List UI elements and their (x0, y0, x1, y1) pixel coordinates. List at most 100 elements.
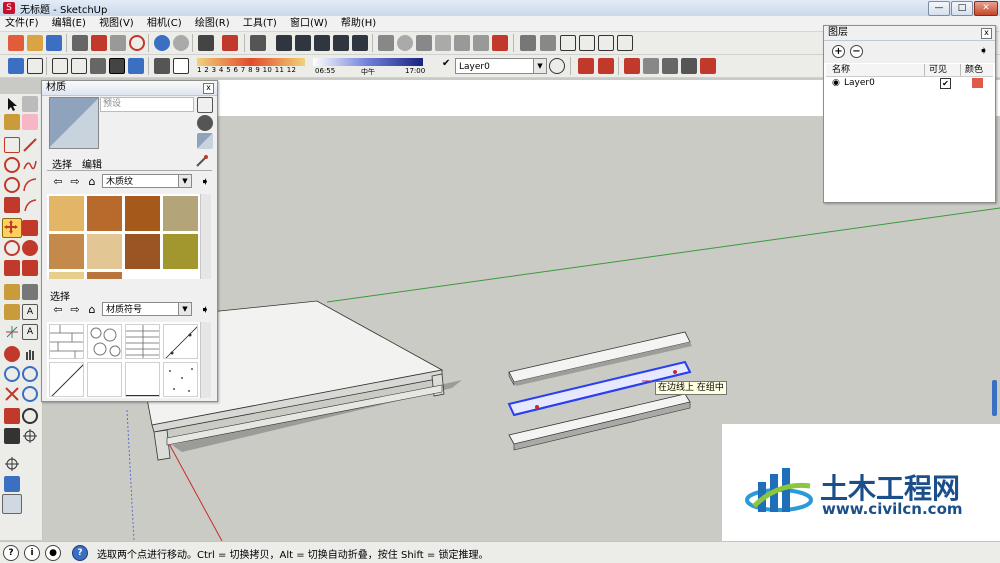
scale-icon[interactable] (4, 260, 20, 276)
pie-icon[interactable] (4, 197, 20, 213)
menu-edit[interactable]: 编辑(E) (47, 16, 91, 31)
3d-text-icon[interactable]: A (22, 324, 38, 340)
pattern-swatch[interactable] (87, 324, 122, 359)
back-arrow-icon[interactable]: ⇦ (50, 174, 66, 190)
erase-icon[interactable] (129, 35, 145, 51)
print-icon[interactable] (198, 35, 214, 51)
details-arrow-icon[interactable]: ➧ (197, 174, 213, 190)
pattern-swatch[interactable] (125, 324, 160, 359)
layer-details-icon[interactable]: ➧ (979, 44, 988, 57)
flip-edge-icon[interactable] (700, 58, 716, 74)
component-icon[interactable] (540, 35, 556, 51)
default-material-icon[interactable] (197, 133, 213, 149)
style-textured-icon[interactable] (90, 58, 106, 74)
home-icon[interactable] (560, 35, 576, 51)
new-file-icon[interactable] (8, 35, 24, 51)
vertical-slider[interactable] (992, 380, 997, 416)
previous-view-icon[interactable] (454, 35, 470, 51)
material-swatch[interactable] (49, 272, 84, 279)
move-tool-icon[interactable] (2, 218, 22, 238)
home-library-icon[interactable]: ⌂ (84, 174, 100, 190)
section-plane-icon[interactable] (578, 58, 594, 74)
style-monochrome-icon[interactable] (109, 58, 125, 74)
push-pull-icon[interactable] (22, 220, 38, 236)
credits-icon[interactable]: i (24, 545, 40, 561)
protractor-icon[interactable] (4, 304, 20, 320)
view-back-icon[interactable] (352, 35, 368, 51)
menu-file[interactable]: 文件(F) (0, 16, 44, 31)
view-right-icon[interactable] (333, 35, 349, 51)
forward-arrow-icon[interactable]: ⇨ (67, 302, 83, 318)
polygon-icon[interactable] (4, 177, 20, 193)
style-shaded-icon[interactable] (71, 58, 87, 74)
rectangle-icon[interactable] (4, 137, 20, 153)
swatches-scrollbar[interactable] (200, 194, 211, 279)
tape-measure-icon[interactable] (4, 284, 20, 300)
follow-me-icon[interactable] (22, 240, 38, 256)
zoom-extents-icon[interactable] (492, 35, 508, 51)
layer-row[interactable]: ◉ Layer0 ✔ (826, 77, 993, 90)
forward-arrow-icon[interactable]: ⇨ (67, 174, 83, 190)
zoom-window-tool-icon[interactable] (22, 366, 38, 382)
two-point-arc-icon[interactable] (22, 197, 38, 213)
arc-icon[interactable] (22, 177, 38, 193)
style-xray-icon[interactable] (8, 58, 24, 74)
style-back-edges-icon[interactable] (128, 58, 144, 74)
tab-edit[interactable]: 编辑 (82, 156, 102, 171)
add-layer-icon[interactable]: + (832, 45, 845, 58)
menu-view[interactable]: 视图(V) (94, 16, 139, 31)
home-library-icon[interactable]: ⌂ (84, 302, 100, 318)
shadow-toggle-icon[interactable] (154, 58, 170, 74)
menu-draw[interactable]: 绘图(R) (190, 16, 235, 31)
view-iso-icon[interactable] (276, 35, 292, 51)
create-material-icon[interactable] (197, 115, 213, 131)
position-camera-icon[interactable] (4, 408, 20, 424)
sandbox-icon[interactable] (624, 58, 640, 74)
time-slider[interactable] (313, 58, 423, 66)
section-cut-icon[interactable] (598, 58, 614, 74)
sample-paint-icon[interactable] (194, 153, 210, 169)
view-front-icon[interactable] (314, 35, 330, 51)
back-arrow-icon[interactable]: ⇦ (50, 302, 66, 318)
pattern-swatch[interactable] (49, 362, 84, 397)
zoom-tool-icon[interactable] (4, 366, 20, 382)
line-pencil-icon[interactable] (22, 137, 38, 153)
save-icon[interactable] (46, 35, 62, 51)
warehouse-icon[interactable] (520, 35, 536, 51)
look-around-icon[interactable] (22, 408, 38, 424)
month-slider[interactable] (197, 58, 305, 66)
axes-icon[interactable] (4, 324, 20, 340)
help-icon[interactable]: ? (72, 545, 88, 561)
redo-icon[interactable] (173, 35, 189, 51)
material-swatch[interactable] (125, 234, 160, 269)
active-layer-radio-icon[interactable]: ◉ (832, 77, 840, 90)
get-models-icon[interactable] (4, 476, 20, 492)
menu-camera[interactable]: 相机(C) (142, 16, 187, 31)
sandbox-contour-icon[interactable] (4, 456, 20, 472)
pattern-swatch[interactable] (125, 362, 160, 397)
select-arrow-icon[interactable] (4, 96, 20, 112)
rotate-icon[interactable] (4, 240, 20, 256)
menu-tools[interactable]: 工具(T) (238, 16, 282, 31)
layer-manager-icon[interactable] (549, 58, 565, 74)
section-tool-icon[interactable] (22, 428, 38, 444)
zoom-extents-tool-icon[interactable] (4, 386, 20, 402)
eraser-icon[interactable] (22, 114, 38, 130)
menu-window[interactable]: 窗口(W) (285, 16, 333, 31)
walk-icon[interactable] (4, 428, 20, 444)
fog-icon[interactable] (173, 58, 189, 74)
material-swatch[interactable] (87, 234, 122, 269)
layer-visible-checkbox[interactable]: ✔ (940, 78, 951, 89)
share-model-icon[interactable] (2, 494, 22, 514)
paste-icon[interactable] (110, 35, 126, 51)
house-icon[interactable] (579, 35, 595, 51)
paint-bucket-icon[interactable] (4, 114, 20, 130)
model-info-icon[interactable] (222, 35, 238, 51)
maximize-button[interactable]: □ (951, 1, 973, 16)
dimension-icon[interactable] (22, 284, 38, 300)
stamp-icon[interactable] (643, 58, 659, 74)
display-toggle-icon[interactable] (197, 97, 213, 113)
library-select-bottom[interactable]: 材质符号 ▼ (102, 302, 192, 316)
layer-select[interactable]: Layer0 ▼ (455, 58, 547, 74)
pattern-swatch[interactable] (87, 362, 122, 397)
